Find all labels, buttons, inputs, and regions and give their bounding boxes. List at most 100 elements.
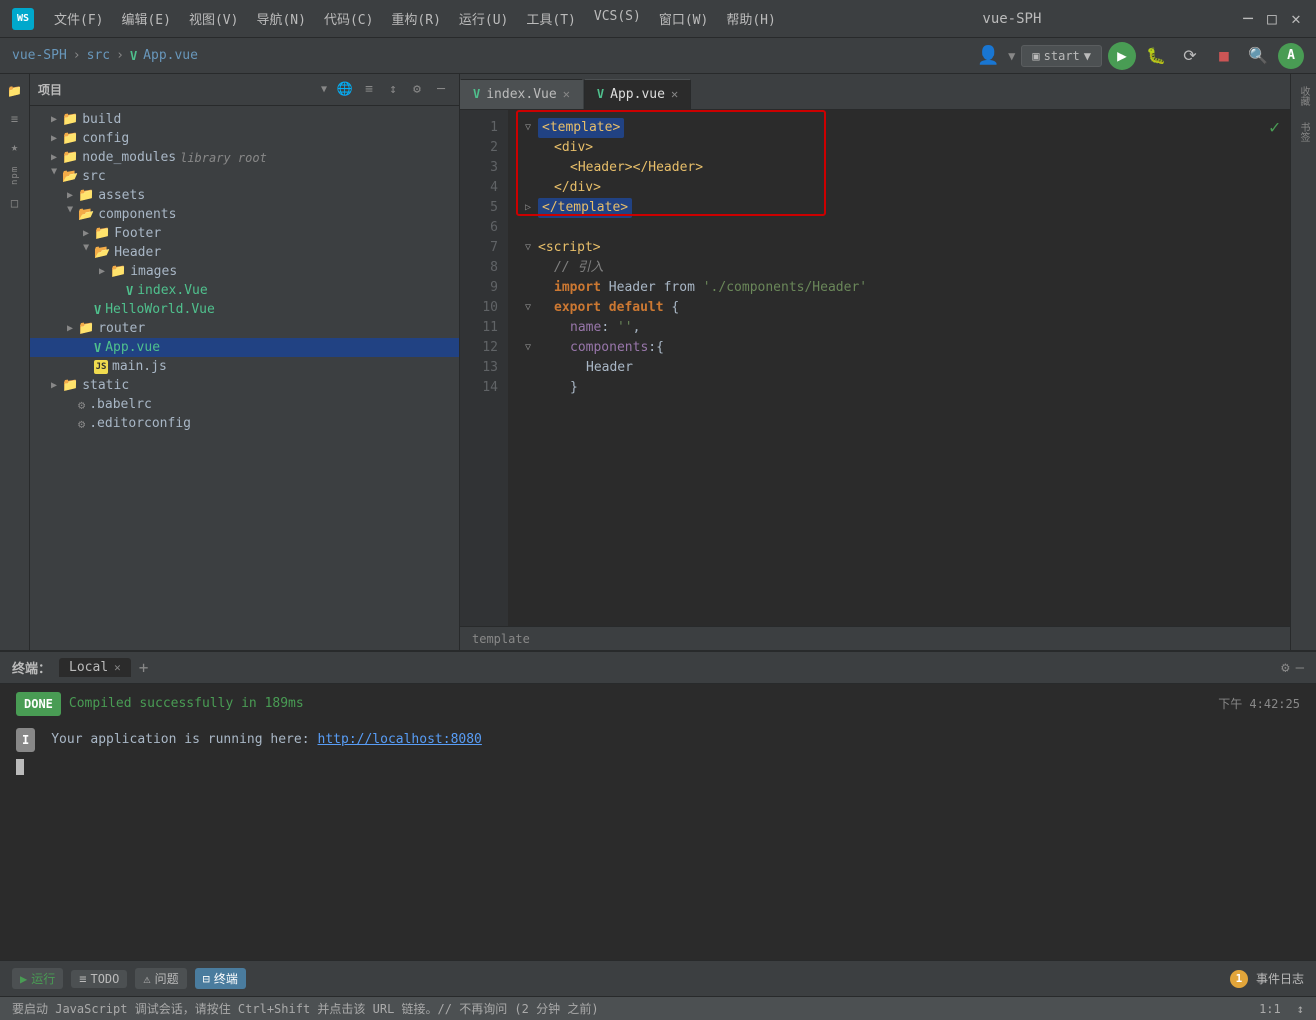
tree-item-components[interactable]: ▶ 📂 components xyxy=(30,205,459,224)
fold-icon-13[interactable] xyxy=(520,360,536,376)
event-log-label[interactable]: 事件日志 xyxy=(1256,970,1304,987)
tab-index-vue[interactable]: V index.Vue ✕ xyxy=(460,79,583,109)
code-line-11: name: '', xyxy=(520,318,1278,338)
minimize-button[interactable]: ─ xyxy=(1240,11,1256,27)
tree-item-appvue[interactable]: V App.vue xyxy=(30,338,459,357)
fold-icon-11[interactable] xyxy=(520,320,536,336)
menu-run[interactable]: 运行(U) xyxy=(451,7,516,30)
menu-view[interactable]: 视图(V) xyxy=(181,7,246,30)
tree-item-src[interactable]: ▶ 📂 src xyxy=(30,167,459,186)
todo-status-btn[interactable]: ≡ TODO xyxy=(71,970,127,988)
tab-index-vue-label: index.Vue xyxy=(486,87,556,102)
menu-edit[interactable]: 编辑(E) xyxy=(113,7,178,30)
tree-item-header[interactable]: ▶ 📂 Header xyxy=(30,243,459,262)
fold-icon-12[interactable]: ▽ xyxy=(520,340,536,356)
tab-app-vue-close[interactable]: ✕ xyxy=(671,87,678,101)
right-icon-bookmarks[interactable]: 书签 xyxy=(1292,114,1315,150)
bookmark-icon[interactable]: ★ xyxy=(2,134,28,160)
tree-item-images[interactable]: ▶ 📁 images xyxy=(30,262,459,281)
fold-icon-7[interactable]: ▽ xyxy=(520,240,536,256)
terminal-local-tab[interactable]: Local ✕ xyxy=(59,658,131,677)
fold-icon-6[interactable] xyxy=(520,220,536,236)
notification-badge[interactable]: A xyxy=(1278,43,1304,69)
tab-app-vue[interactable]: V App.vue ✕ xyxy=(584,79,691,109)
terminal-add-tab-btn[interactable]: + xyxy=(139,658,149,677)
globe-icon[interactable]: 🌐 xyxy=(335,80,355,100)
tree-label-babelrc: .babelrc xyxy=(89,397,152,412)
tree-item-build[interactable]: ▶ 📁 build xyxy=(30,110,459,129)
menu-nav[interactable]: 导航(N) xyxy=(248,7,313,30)
terminal-url-link[interactable]: http://localhost:8080 xyxy=(318,729,482,751)
tree-item-node-modules[interactable]: ▶ 📁 node_modules library root xyxy=(30,148,459,167)
tree-item-static[interactable]: ▶ 📁 static xyxy=(30,376,459,395)
coverage-button[interactable]: ⟳ xyxy=(1176,42,1204,70)
run-config-btn[interactable]: ▣ start ▼ xyxy=(1021,45,1102,67)
structure-icon[interactable]: ≡ xyxy=(2,106,28,132)
code-text-14: } xyxy=(538,378,578,398)
fold-icon-1[interactable]: ▽ xyxy=(520,120,536,136)
close-button[interactable]: ✕ xyxy=(1288,11,1304,27)
fold-icon-4[interactable] xyxy=(520,180,536,196)
terminal-gear-icon[interactable]: ⚙ xyxy=(1281,660,1289,676)
menu-tools[interactable]: 工具(T) xyxy=(518,7,583,30)
menu-vcs[interactable]: VCS(S) xyxy=(586,7,649,30)
terminal-content[interactable]: DONE Compiled successfully in 189ms 下午 4… xyxy=(0,684,1316,960)
problems-status-btn[interactable]: ⚠ 问题 xyxy=(135,968,186,989)
tree-item-mainjs[interactable]: JS main.js xyxy=(30,357,459,376)
todo-icon: ≡ xyxy=(79,972,86,986)
fold-icon-5[interactable]: ▷ xyxy=(520,200,536,216)
gradle-icon[interactable]: □ xyxy=(2,190,28,216)
menu-window[interactable]: 窗口(W) xyxy=(651,7,716,30)
npm-icon[interactable]: npm xyxy=(2,162,28,188)
tree-item-babelrc[interactable]: ⚙ .babelrc xyxy=(30,395,459,414)
terminal-cursor-line xyxy=(16,756,1300,778)
user-dropdown-arrow[interactable]: ▼ xyxy=(1008,49,1015,63)
fold-icon-10[interactable]: ▽ xyxy=(520,300,536,316)
tree-item-header-index[interactable]: V index.Vue xyxy=(30,281,459,300)
code-line-5: ▷ </template> xyxy=(520,198,1278,218)
menu-help[interactable]: 帮助(H) xyxy=(718,7,783,30)
tree-item-router[interactable]: ▶ 📁 router xyxy=(30,319,459,338)
titlebar: WS 文件(F) 编辑(E) 视图(V) 导航(N) 代码(C) 重构(R) 运… xyxy=(0,0,1316,38)
right-icon-collect[interactable]: 收藏 xyxy=(1292,78,1315,114)
breadcrumb-project[interactable]: vue-SPH xyxy=(12,48,67,63)
terminal-tab-close[interactable]: ✕ xyxy=(114,661,121,674)
settings-icon[interactable]: ⚙ xyxy=(407,80,427,100)
fold-icon-14[interactable] xyxy=(520,380,536,396)
tree-item-helloworld[interactable]: V HelloWorld.Vue xyxy=(30,300,459,319)
collapse-all-icon[interactable]: ≡ xyxy=(359,80,379,100)
tab-index-vue-close[interactable]: ✕ xyxy=(563,87,570,101)
breadcrumb-file[interactable]: App.vue xyxy=(143,48,198,63)
tree-item-assets[interactable]: ▶ 📁 assets xyxy=(30,186,459,205)
stop-button[interactable]: ■ xyxy=(1210,42,1238,70)
panel-dropdown-icon[interactable]: ▼ xyxy=(321,84,327,95)
panel-close-icon[interactable]: ─ xyxy=(431,80,451,100)
fold-icon-8[interactable] xyxy=(520,260,536,276)
code-content[interactable]: ✓ ▽ <template> <div> <Header></Header> xyxy=(508,110,1290,626)
terminal-minimize-icon[interactable]: — xyxy=(1296,660,1304,676)
run-status-btn[interactable]: ▶ 运行 xyxy=(12,968,63,989)
debug-button[interactable]: 🐛 xyxy=(1142,42,1170,70)
breadcrumb-src[interactable]: src xyxy=(87,48,110,63)
tree-item-editorconfig[interactable]: ⚙ .editorconfig xyxy=(30,414,459,433)
menu-code[interactable]: 代码(C) xyxy=(316,7,381,30)
fold-icon-9[interactable] xyxy=(520,280,536,296)
terminal-status-label: 终端 xyxy=(214,970,238,987)
fold-icon-3[interactable] xyxy=(520,160,536,176)
fold-icon-2[interactable] xyxy=(520,140,536,156)
menu-file[interactable]: 文件(F) xyxy=(46,7,111,30)
menu-refactor[interactable]: 重构(R) xyxy=(383,7,448,30)
tree-label-footer: Footer xyxy=(114,226,161,241)
terminal-tab-label: Local xyxy=(69,660,108,675)
tree-item-config[interactable]: ▶ 📁 config xyxy=(30,129,459,148)
maximize-button[interactable]: □ xyxy=(1264,11,1280,27)
tree-item-footer[interactable]: ▶ 📁 Footer xyxy=(30,224,459,243)
terminal-status-btn[interactable]: ⊟ 终端 xyxy=(195,968,246,989)
sort-icon[interactable]: ↕ xyxy=(383,80,403,100)
run-play-button[interactable]: ▶ xyxy=(1108,42,1136,70)
project-view-icon[interactable]: 📁 xyxy=(2,78,28,104)
user-icon-btn[interactable]: 👤 xyxy=(974,42,1002,70)
titlebar-left: WS 文件(F) 编辑(E) 视图(V) 导航(N) 代码(C) 重构(R) 运… xyxy=(12,7,784,30)
search-button[interactable]: 🔍 xyxy=(1244,42,1272,70)
code-text-5: </template> xyxy=(538,198,632,218)
